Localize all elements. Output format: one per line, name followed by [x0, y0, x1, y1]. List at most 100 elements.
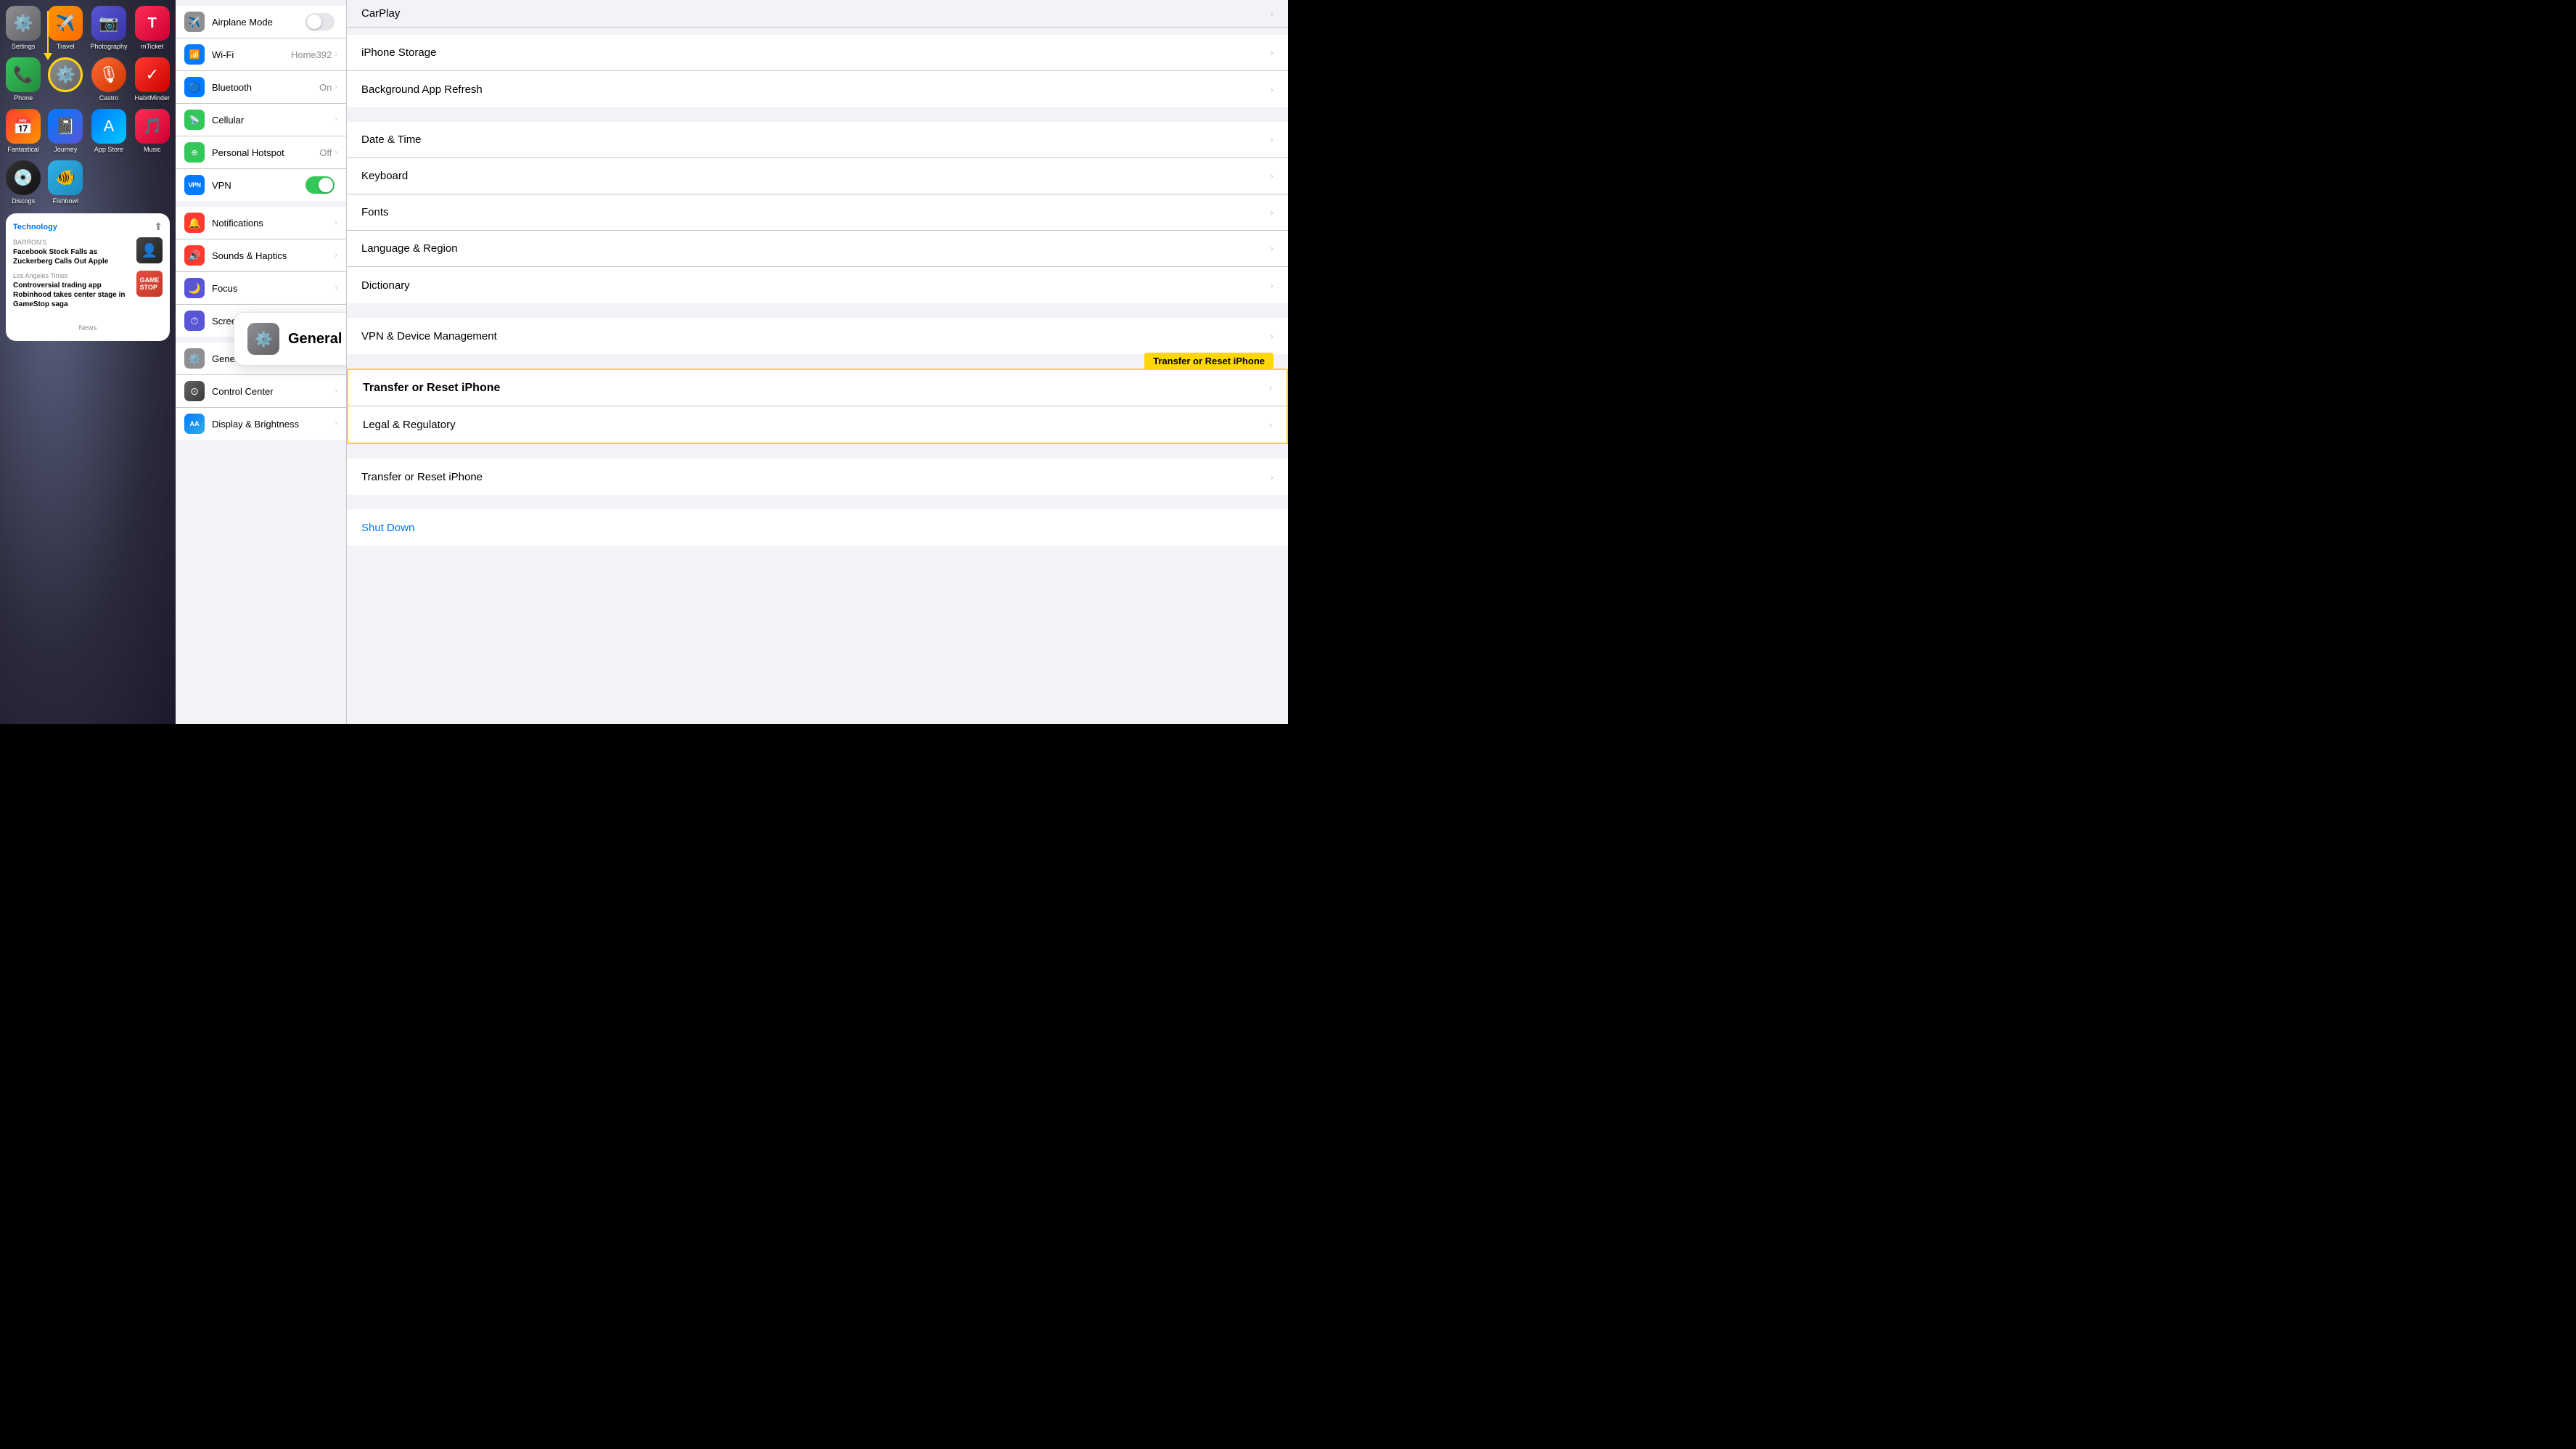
- storage-section: iPhone Storage › Background App Refresh …: [347, 35, 1288, 107]
- app-habitminder[interactable]: ✓ HabitMinder: [134, 57, 170, 102]
- news-item-1[interactable]: BARRON'S Facebook Stock Falls as Zuckerb…: [13, 237, 163, 266]
- app-fishbowl[interactable]: 🐠 Fishbowl: [48, 160, 83, 205]
- app-castro[interactable]: 🎙 Castro: [90, 57, 127, 102]
- news-source-1: BARRON'S: [13, 239, 132, 246]
- transfer-reset-row-2[interactable]: Transfer or Reset iPhone ›: [347, 459, 1288, 495]
- cellular-row[interactable]: 📡 Cellular ›: [176, 104, 346, 136]
- bluetooth-label: Bluetooth: [212, 82, 319, 93]
- app-appstore[interactable]: A App Store: [90, 109, 127, 153]
- dictionary-chevron: ›: [1271, 280, 1273, 291]
- shutdown-section: Shut Down: [347, 509, 1288, 546]
- app-mticket[interactable]: T mTicket: [134, 6, 170, 50]
- transfer-reset-highlighted-row[interactable]: Transfer or Reset iPhone ›: [348, 370, 1287, 406]
- news-widget-label: News: [78, 324, 97, 332]
- language-region-row[interactable]: Language & Region ›: [347, 231, 1288, 267]
- controlcenter-row[interactable]: ⊙ Control Center ›: [176, 375, 346, 408]
- airplane-mode-toggle[interactable]: [305, 13, 335, 30]
- cellular-label: Cellular: [212, 115, 335, 126]
- background-refresh-chevron: ›: [1271, 84, 1273, 95]
- legal-regulatory-row[interactable]: Legal & Regulatory ›: [348, 406, 1287, 443]
- fonts-label: Fonts: [361, 206, 1271, 218]
- carplay-chevron: ›: [1271, 8, 1273, 19]
- page-dots: [13, 313, 163, 318]
- personal-hotspot-row[interactable]: ⊕ Personal Hotspot Off ›: [176, 136, 346, 169]
- news-category: Technology: [13, 223, 57, 231]
- music-app-icon: 🎵: [135, 109, 170, 144]
- news-share-icon[interactable]: ⬆: [154, 221, 163, 233]
- app-fantastical[interactable]: 📅 Fantastical: [6, 109, 41, 153]
- music-app-label: Music: [144, 146, 161, 153]
- phone-app-label: Phone: [14, 94, 33, 102]
- transfer-reset-chevron-2: ›: [1271, 472, 1273, 483]
- vpn-device-mgmt-label: VPN & Device Management: [361, 330, 1271, 342]
- airplane-mode-row[interactable]: ✈️ Airplane Mode: [176, 6, 346, 38]
- display-label: Display & Brightness: [212, 419, 335, 430]
- bluetooth-row[interactable]: 🔵 Bluetooth On ›: [176, 71, 346, 104]
- page-dot-1[interactable]: [78, 313, 82, 318]
- vpn-device-mgmt-chevron: ›: [1271, 331, 1273, 342]
- controlcenter-chevron: ›: [335, 387, 337, 395]
- app-settings-highlighted[interactable]: ⚙️: [48, 57, 83, 102]
- dictionary-row[interactable]: Dictionary ›: [347, 267, 1288, 303]
- language-region-label: Language & Region: [361, 242, 1271, 255]
- display-icon: AA: [184, 414, 205, 434]
- personal-hotspot-label: Personal Hotspot: [212, 147, 319, 158]
- news-item-2[interactable]: Los Angeles Times Controversial trading …: [13, 271, 163, 309]
- focus-chevron: ›: [335, 284, 337, 292]
- background-refresh-label: Background App Refresh: [361, 83, 1271, 96]
- vpn-device-mgmt-row[interactable]: VPN & Device Management ›: [347, 318, 1288, 354]
- settings-app-icon: ⚙️: [6, 6, 41, 41]
- shutdown-row[interactable]: Shut Down: [347, 509, 1288, 546]
- controlcenter-label: Control Center: [212, 386, 335, 397]
- focus-row[interactable]: 🌙 Focus ›: [176, 272, 346, 305]
- news-widget[interactable]: Technology ⬆ BARRON'S Facebook Stock Fal…: [6, 213, 170, 341]
- sounds-row[interactable]: 🔊 Sounds & Haptics ›: [176, 239, 346, 272]
- yellow-arrow-indicator: [47, 11, 49, 54]
- personal-hotspot-chevron: ›: [335, 148, 337, 157]
- app-travel[interactable]: ✈️ Travel: [48, 6, 83, 50]
- airplane-mode-icon: ✈️: [184, 12, 205, 32]
- transfer-section-container: Transfer or Reset iPhone Transfer or Res…: [347, 369, 1288, 444]
- carplay-row[interactable]: CarPlay ›: [347, 0, 1288, 28]
- transfer-section-2: Transfer or Reset iPhone ›: [347, 459, 1288, 495]
- wifi-icon: 📶: [184, 44, 205, 65]
- wifi-row[interactable]: 📶 Wi-Fi Home392 ›: [176, 38, 346, 71]
- page-dot-2[interactable]: [86, 313, 90, 318]
- app-phone[interactable]: 📞 Phone: [6, 57, 41, 102]
- appstore-app-label: App Store: [94, 146, 123, 153]
- notifications-label: Notifications: [212, 218, 335, 229]
- app-journey[interactable]: 📓 Journey: [48, 109, 83, 153]
- iphone-storage-row[interactable]: iPhone Storage ›: [347, 35, 1288, 71]
- fonts-row[interactable]: Fonts ›: [347, 194, 1288, 231]
- notifications-row[interactable]: 🔔 Notifications ›: [176, 207, 346, 239]
- sounds-chevron: ›: [335, 251, 337, 260]
- transfer-reset-highlighted-chevron: ›: [1269, 382, 1272, 393]
- date-time-chevron: ›: [1271, 134, 1273, 145]
- app-music[interactable]: 🎵 Music: [134, 109, 170, 153]
- vpn-row[interactable]: VPN VPN: [176, 169, 346, 201]
- settings-highlighted-icon: ⚙️: [48, 57, 83, 92]
- background-refresh-row[interactable]: Background App Refresh ›: [347, 71, 1288, 107]
- keyboard-row[interactable]: Keyboard ›: [347, 158, 1288, 194]
- network-section: ✈️ Airplane Mode 📶 Wi-Fi Home392 › 🔵 Blu…: [176, 6, 346, 201]
- news-headline-2: Controversial trading app Robinhood take…: [13, 281, 132, 309]
- vpn-icon: VPN: [184, 175, 205, 195]
- app-grid: ⚙️ Settings ✈️ Travel 📷 Photography T mT…: [0, 0, 176, 205]
- fishbowl-app-icon: 🐠: [48, 160, 83, 195]
- wifi-value: Home392: [291, 49, 332, 60]
- transfer-section: Transfer or Reset iPhone › Legal & Regul…: [347, 369, 1288, 444]
- dictionary-label: Dictionary: [361, 279, 1271, 292]
- keyboard-label: Keyboard: [361, 170, 1271, 182]
- date-time-row[interactable]: Date & Time ›: [347, 122, 1288, 158]
- app-photography[interactable]: 📷 Photography: [90, 6, 127, 50]
- castro-app-label: Castro: [99, 94, 119, 102]
- app-settings[interactable]: ⚙️ Settings: [6, 6, 41, 50]
- transfer-reset-tooltip: Transfer or Reset iPhone: [1144, 353, 1273, 369]
- vpn-toggle[interactable]: [305, 176, 335, 194]
- sounds-label: Sounds & Haptics: [212, 250, 335, 261]
- app-discogs[interactable]: 💿 Discogs: [6, 160, 41, 205]
- display-row[interactable]: AA Display & Brightness ›: [176, 408, 346, 440]
- legal-regulatory-label: Legal & Regulatory: [363, 419, 1269, 431]
- page-dot-3[interactable]: [94, 313, 98, 318]
- datetime-section: Date & Time › Keyboard › Fonts › Languag…: [347, 122, 1288, 303]
